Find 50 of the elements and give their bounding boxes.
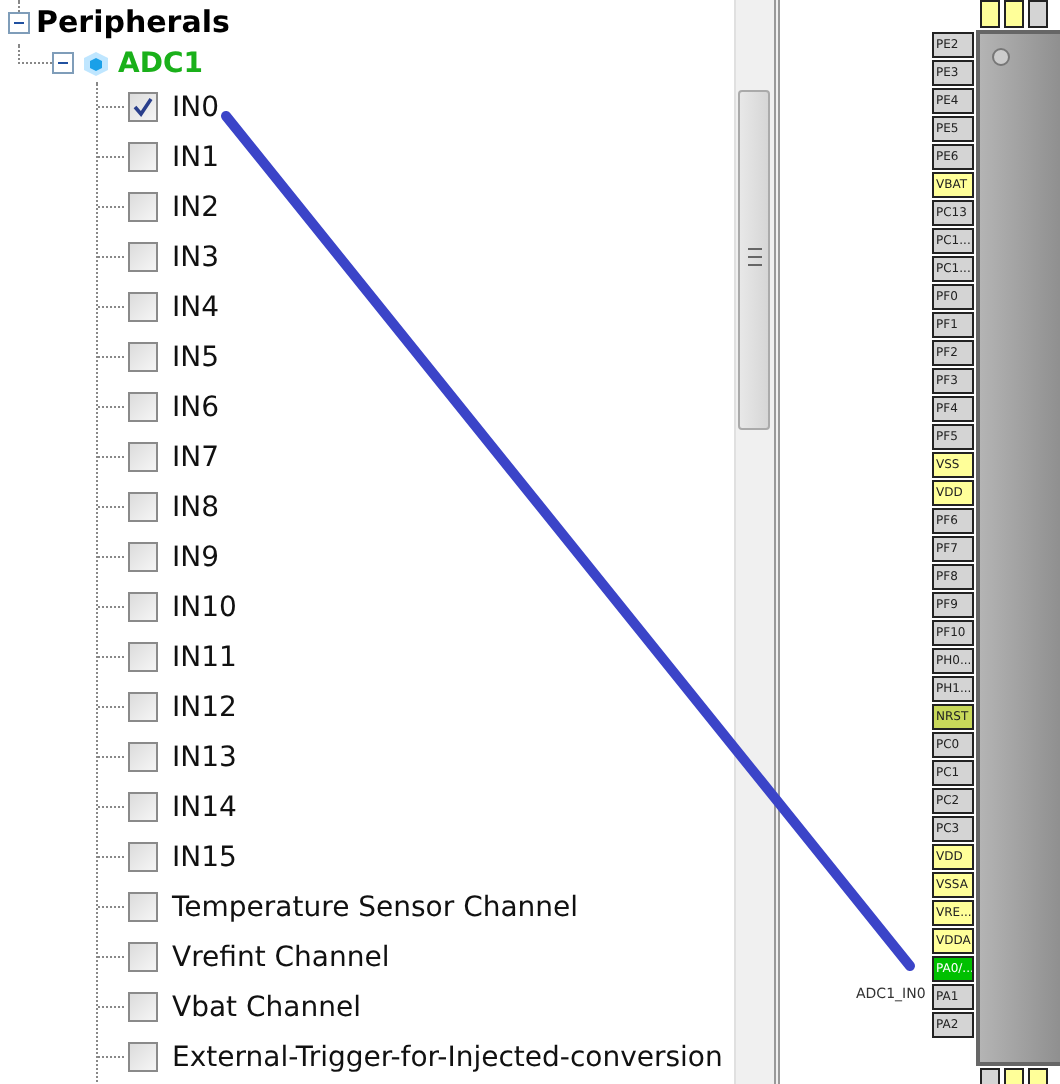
checkbox[interactable] — [128, 592, 158, 622]
scroll-thumb[interactable] — [738, 90, 770, 430]
checkbox-label: IN1 — [172, 141, 220, 173]
collapse-icon[interactable] — [8, 11, 30, 33]
checkbox[interactable] — [128, 642, 158, 672]
pin-stub — [1028, 0, 1048, 28]
checkbox[interactable] — [128, 342, 158, 372]
checkbox-label: IN4 — [172, 291, 220, 323]
checkbox-label: IN13 — [172, 741, 237, 773]
checkbox[interactable] — [128, 392, 158, 422]
pin-stub — [1004, 0, 1024, 28]
checkbox[interactable] — [128, 792, 158, 822]
tree-item[interactable]: Peripherals — [36, 4, 230, 40]
checkbox-label: IN14 — [172, 791, 237, 823]
checkbox[interactable] — [128, 192, 158, 222]
checkbox[interactable] — [128, 942, 158, 972]
checkbox-label: IN5 — [172, 341, 220, 373]
checkbox[interactable] — [128, 742, 158, 772]
checkbox-label: IN10 — [172, 591, 237, 623]
checkbox-label: IN7 — [172, 441, 220, 473]
checkbox-label: IN2 — [172, 191, 220, 223]
checkbox-label: IN12 — [172, 691, 237, 723]
checkbox-label: IN9 — [172, 541, 220, 573]
scrollbar[interactable] — [734, 0, 780, 1084]
checkbox[interactable] — [128, 292, 158, 322]
checkbox[interactable] — [128, 92, 158, 122]
checkbox[interactable] — [128, 892, 158, 922]
checkbox-label: IN0 — [172, 91, 220, 123]
checkbox-label: IN8 — [172, 491, 220, 523]
checkbox-label: Temperature Sensor Channel — [172, 891, 579, 923]
checkbox-label: IN3 — [172, 241, 220, 273]
checkbox-label: Vbat Channel — [172, 991, 361, 1023]
checkbox[interactable] — [128, 992, 158, 1022]
checkbox-label: IN11 — [172, 641, 237, 673]
pin-stub — [980, 0, 1000, 28]
checkbox-label: IN6 — [172, 391, 220, 423]
checkbox[interactable] — [128, 442, 158, 472]
checkbox-label: IN15 — [172, 841, 237, 873]
collapse-icon[interactable] — [52, 52, 74, 74]
checkbox[interactable] — [128, 842, 158, 872]
checkbox[interactable] — [128, 1042, 158, 1072]
checkbox[interactable] — [128, 242, 158, 272]
pin-one-marker — [992, 48, 1010, 66]
checkbox[interactable] — [128, 542, 158, 572]
checkbox-label: External-Trigger-for-Injected-conversion — [172, 1041, 723, 1073]
checkbox[interactable] — [128, 142, 158, 172]
checkbox-label: Vrefint Channel — [172, 941, 390, 973]
cube-icon — [82, 49, 110, 77]
checkbox[interactable] — [128, 492, 158, 522]
checkbox[interactable] — [128, 692, 158, 722]
